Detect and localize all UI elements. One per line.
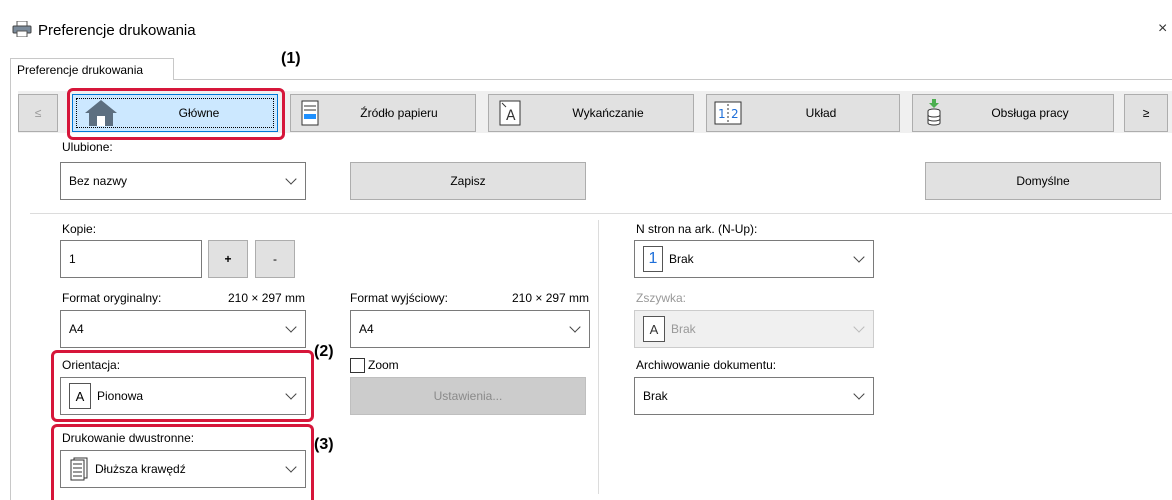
svg-text:2: 2 [731,107,739,121]
callout-3: (3) [314,436,334,453]
nav-tab-finishing[interactable]: A Wykańczanie [488,94,694,132]
defaults-button[interactable]: Domyślne [925,162,1161,200]
zoom-settings-button[interactable]: Ustawienia... [350,377,586,415]
original-size-select[interactable]: A4 [60,310,306,348]
output-size-label: Format wyjściowy: [350,291,449,305]
favorites-value: Bez nazwy [69,174,128,188]
chevron-down-icon [853,321,865,333]
copies-label: Kopie: [62,222,97,236]
tab-print-preferences[interactable]: Preferencje drukowania [10,58,174,80]
printer-icon [12,20,32,38]
archive-label: Archiwowanie dokumentu: [636,358,777,372]
output-size-select[interactable]: A4 [350,310,590,348]
nup-select[interactable]: 1 Brak [634,240,874,278]
nav-tab-layout-label: Układ [805,106,837,120]
original-size-value: A4 [69,322,84,336]
highlight-duplex [51,424,314,500]
nup-value: Brak [669,252,694,266]
defaults-button-label: Domyślne [1016,174,1070,188]
nav-tab-finishing-label: Wykańczanie [572,106,644,120]
divider [30,213,1172,214]
copies-increment-button[interactable]: + [208,240,248,278]
favorites-label: Ulubione: [62,140,113,154]
divider [598,220,599,494]
output-size-value: A4 [359,322,374,336]
copies-input[interactable]: 1 [60,240,202,278]
zoom-label: Zoom [368,358,399,372]
copies-decrement-button[interactable]: - [255,240,295,278]
staple-page-icon: A [643,316,665,342]
save-button[interactable]: Zapisz [350,162,586,200]
svg-text:A: A [506,108,516,124]
plus-label: + [224,252,232,266]
nav-tab-paper-source[interactable]: Źródło papieru [290,94,476,132]
chevron-down-icon [853,251,865,263]
finishing-icon: A [497,98,523,128]
highlight-orientation [51,350,314,422]
nav-prev-label: ≤ [34,106,42,120]
original-size-label: Format oryginalny: [62,291,162,305]
nav-next-label: ≥ [1142,106,1150,120]
callout-1: (1) [281,50,301,67]
output-size-dims: 210 × 297 mm [512,291,590,305]
minus-label: - [273,252,277,266]
archive-select[interactable]: Brak [634,377,874,415]
chevron-down-icon [285,321,297,333]
archive-value: Brak [643,389,668,403]
window-title: Preferencje drukowania [38,22,196,39]
save-button-label: Zapisz [450,174,486,188]
chevron-down-icon [285,173,297,185]
original-size-dims: 210 × 297 mm [228,291,306,305]
nav-tab-paper-source-label: Źródło papieru [360,106,438,120]
zoom-checkbox[interactable] [350,358,365,373]
chevron-down-icon [569,321,581,333]
favorites-select[interactable]: Bez nazwy [60,162,306,200]
staple-label: Zszywka: [636,291,687,305]
nup-label: N stron na ark. (N-Up): [636,222,758,236]
nav-tab-job-handling-label: Obsługa pracy [991,106,1069,120]
callout-2: (2) [314,343,334,360]
highlight-main-tab [67,88,285,140]
nav-prev-button[interactable]: ≤ [18,94,58,132]
chevron-down-icon [853,388,865,400]
close-button[interactable]: × [1158,20,1167,38]
job-handling-icon [921,97,947,129]
one-page-icon: 1 [643,246,663,272]
staple-value: Brak [671,322,696,336]
nav-next-button[interactable]: ≥ [1124,94,1168,132]
paper-tray-icon [297,98,323,128]
nav-tab-layout[interactable]: 1 2 Układ [706,94,900,132]
layout-icon: 1 2 [713,98,743,128]
nav-tab-job-handling[interactable]: Obsługa pracy [912,94,1114,132]
svg-text:1: 1 [718,107,726,121]
zoom-settings-label: Ustawienia... [433,389,503,403]
copies-value: 1 [69,252,76,266]
staple-select[interactable]: A Brak [634,310,874,348]
